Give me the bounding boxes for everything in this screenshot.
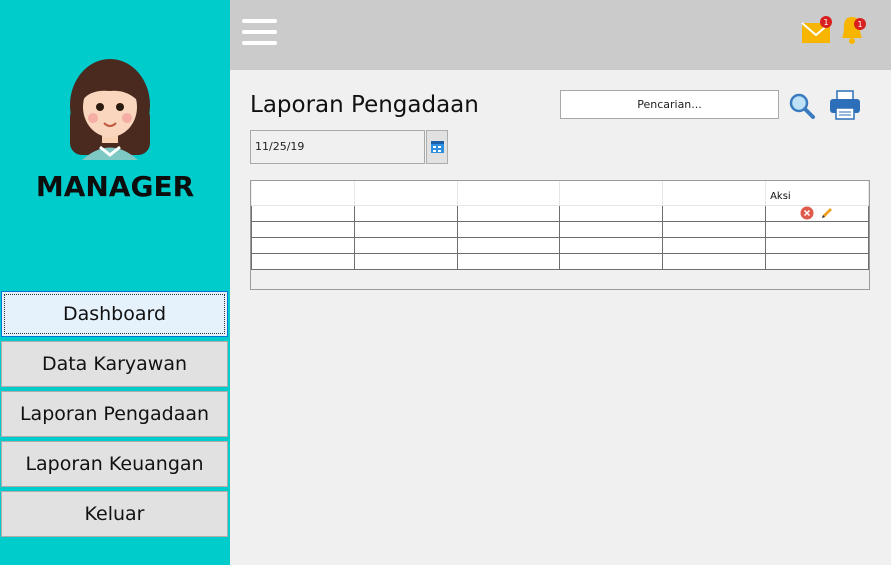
table-cell[interactable] — [559, 204, 664, 222]
printer-icon[interactable] — [828, 88, 862, 122]
bell-badge-count: 1 — [857, 20, 862, 29]
table-row[interactable] — [251, 236, 869, 254]
mail-notification-icon[interactable]: 1 — [801, 15, 833, 45]
table-cell[interactable] — [353, 220, 458, 238]
sidebar-item-data-karyawan[interactable]: Data Karyawan — [1, 341, 228, 387]
sidebar-item-laporan-pengadaan[interactable]: Laporan Pengadaan — [1, 391, 228, 437]
bell-notification-icon[interactable]: 1 — [836, 12, 868, 46]
table-cell[interactable] — [662, 204, 767, 222]
search-input[interactable]: Pencarian... — [560, 90, 779, 119]
mail-badge-count: 1 — [823, 18, 828, 27]
column-header[interactable] — [251, 181, 355, 206]
column-header-aksi[interactable]: Aksi — [765, 181, 869, 206]
table-cell[interactable] — [765, 236, 869, 254]
action-cell — [765, 204, 869, 222]
column-header[interactable] — [457, 181, 561, 206]
sidebar-item-dashboard[interactable]: Dashboard — [1, 291, 228, 337]
table-cell[interactable] — [559, 252, 664, 270]
table-cell[interactable] — [251, 204, 355, 222]
column-header[interactable] — [662, 181, 767, 206]
table-cell[interactable] — [662, 236, 767, 254]
table-cell[interactable] — [765, 252, 869, 270]
role-title: MANAGER — [35, 170, 195, 203]
table-row[interactable] — [251, 204, 869, 222]
calendar-icon — [431, 141, 444, 153]
table-cell[interactable] — [456, 204, 561, 222]
table-header-row: Aksi — [251, 181, 869, 206]
table-row[interactable] — [251, 220, 869, 238]
table-cell[interactable] — [251, 220, 355, 238]
search-icon[interactable] — [788, 92, 816, 120]
table-cell[interactable] — [456, 220, 561, 238]
page-title: Laporan Pengadaan — [250, 92, 479, 118]
report-table: Aksi — [250, 180, 870, 290]
table-cell[interactable] — [251, 252, 355, 270]
table-cell[interactable] — [456, 252, 561, 270]
table-cell[interactable] — [559, 220, 664, 238]
manager-avatar-icon — [70, 59, 150, 160]
sidebar-item-keluar[interactable]: Keluar — [1, 491, 228, 537]
calendar-picker-button[interactable] — [426, 130, 448, 164]
hamburger-menu-icon[interactable] — [242, 19, 277, 45]
topbar: 1 1 — [230, 0, 891, 70]
table-cell[interactable] — [353, 252, 458, 270]
column-header[interactable] — [354, 181, 458, 206]
edit-pencil-icon[interactable] — [820, 206, 834, 220]
sidebar: MANAGER Dashboard Data Karyawan Laporan … — [0, 0, 230, 565]
sidebar-item-laporan-keuangan[interactable]: Laporan Keuangan — [1, 441, 228, 487]
table-row[interactable] — [251, 252, 869, 270]
table-cell[interactable] — [353, 204, 458, 222]
column-header[interactable] — [559, 181, 664, 206]
date-field[interactable]: 11/25/19 — [250, 130, 425, 164]
table-cell[interactable] — [662, 220, 767, 238]
table-cell[interactable] — [353, 236, 458, 254]
table-cell[interactable] — [765, 220, 869, 238]
table-cell[interactable] — [559, 236, 664, 254]
delete-icon[interactable] — [800, 206, 814, 220]
table-cell[interactable] — [456, 236, 561, 254]
table-cell[interactable] — [662, 252, 767, 270]
table-cell[interactable] — [251, 236, 355, 254]
